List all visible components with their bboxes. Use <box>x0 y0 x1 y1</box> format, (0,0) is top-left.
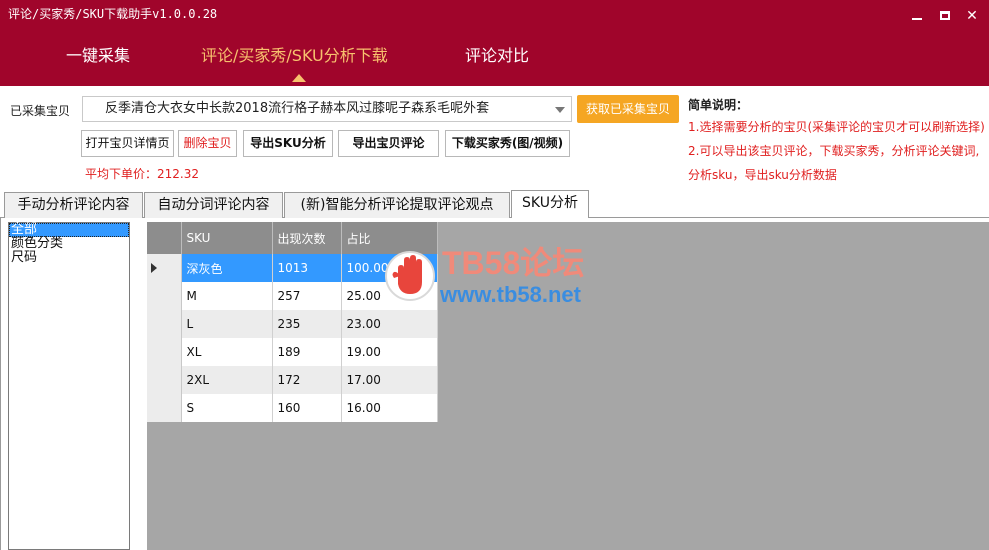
watermark-url: www.tb58.net <box>440 282 581 307</box>
minimize-button[interactable] <box>907 6 927 26</box>
cell-count[interactable]: 172 <box>272 366 342 394</box>
table-row[interactable]: 2XL 172 17.00 <box>147 366 438 394</box>
export-sku-analysis-button[interactable]: 导出SKU分析 <box>243 130 333 157</box>
help-title: 简单说明： <box>688 98 749 112</box>
window-title: 评论/买家秀/SKU下载助手v1.0.0.28 <box>8 7 218 21</box>
row-header-corner <box>147 222 182 254</box>
cell-ratio[interactable]: 23.00 <box>341 310 438 338</box>
row-header[interactable] <box>147 366 182 394</box>
column-header-count[interactable]: 出现次数 <box>272 222 342 254</box>
list-item-size[interactable]: 尺码 <box>9 251 129 265</box>
current-row-icon <box>151 263 157 273</box>
row-header[interactable] <box>147 254 182 282</box>
help-line-2: 2.可以导出该宝贝评论，下载买家秀，分析评论关键词, <box>688 144 980 158</box>
delete-item-button[interactable]: 删除宝贝 <box>178 130 237 157</box>
cell-count[interactable]: 189 <box>272 338 342 366</box>
list-item-color[interactable]: 颜色分类 <box>9 237 129 251</box>
close-button[interactable]: ✕ <box>962 6 982 26</box>
cell-sku[interactable]: 2XL <box>181 366 273 394</box>
cell-ratio[interactable]: 16.00 <box>341 394 438 422</box>
forum-watermark: TB58论坛 www.tb58.net <box>380 238 630 314</box>
table-row[interactable]: L 235 23.00 <box>147 310 438 338</box>
help-line-3: 分析sku，导出sku分析数据 <box>688 168 837 182</box>
row-header[interactable] <box>147 338 182 366</box>
cell-sku[interactable]: XL <box>181 338 273 366</box>
nav-tab-compare[interactable]: 评论对比 <box>465 42 529 66</box>
cell-ratio[interactable]: 19.00 <box>341 338 438 366</box>
watermark-name: TB58论坛 <box>442 245 585 281</box>
table-row[interactable]: XL 189 19.00 <box>147 338 438 366</box>
cell-ratio[interactable]: 17.00 <box>341 366 438 394</box>
product-select-value: 反季清仓大衣女中长款2018流行格子赫本风过膝呢子森系毛呢外套 <box>105 101 490 116</box>
nav-tab-analysis-download[interactable]: 评论/买家秀/SKU分析下载 <box>201 42 388 66</box>
close-icon: ✕ <box>966 8 978 24</box>
cell-sku[interactable]: 深灰色 <box>181 254 273 282</box>
analysis-tabs: 手动分析评论内容 自动分词评论内容 (新)智能分析评论提取评论观点 SKU分析 <box>0 190 989 219</box>
average-price: 平均下单价：212.32 <box>85 167 199 181</box>
maximize-button[interactable] <box>935 6 955 26</box>
tab-smart-analysis[interactable]: (新)智能分析评论提取评论观点 <box>284 192 510 218</box>
cell-sku[interactable]: L <box>181 310 273 338</box>
collected-items-label: 已采集宝贝 <box>10 104 71 118</box>
tab-auto-segmentation[interactable]: 自动分词评论内容 <box>144 192 283 218</box>
row-header[interactable] <box>147 282 182 310</box>
category-list[interactable]: 全部 颜色分类 尺码 <box>8 222 130 550</box>
cell-count[interactable]: 257 <box>272 282 342 310</box>
nav-tab-collect[interactable]: 一键采集 <box>66 42 130 66</box>
export-reviews-button[interactable]: 导出宝贝评论 <box>338 130 439 157</box>
cell-count[interactable]: 1013 <box>272 254 342 282</box>
chevron-down-icon[interactable] <box>555 107 565 113</box>
help-line-1: 1.选择需要分析的宝贝(采集评论的宝贝才可以刷新选择) <box>688 120 985 134</box>
list-item-all[interactable]: 全部 <box>9 223 129 237</box>
row-header[interactable] <box>147 310 182 338</box>
open-detail-page-button[interactable]: 打开宝贝详情页 <box>81 130 174 157</box>
tab-sku-analysis[interactable]: SKU分析 <box>511 190 589 219</box>
product-select[interactable]: 反季清仓大衣女中长款2018流行格子赫本风过膝呢子森系毛呢外套 <box>82 96 572 122</box>
table-row[interactable]: S 160 16.00 <box>147 394 438 422</box>
download-buyer-show-button[interactable]: 下载买家秀(图/视频) <box>445 130 570 157</box>
row-header[interactable] <box>147 394 182 422</box>
app-header: 评论/买家秀/SKU下载助手v1.0.0.28 ✕ 一键采集 评论/买家秀/SK… <box>0 0 989 86</box>
maximize-icon <box>940 11 950 20</box>
cell-sku[interactable]: S <box>181 394 273 422</box>
active-tab-indicator-icon <box>292 74 306 82</box>
fetch-collected-button[interactable]: 获取已采集宝贝 <box>577 95 679 123</box>
cell-sku[interactable]: M <box>181 282 273 310</box>
cell-count[interactable]: 160 <box>272 394 342 422</box>
column-header-sku[interactable]: SKU <box>181 222 273 254</box>
tab-manual-analysis[interactable]: 手动分析评论内容 <box>4 192 143 218</box>
hand-logo-icon <box>385 251 435 301</box>
cell-count[interactable]: 235 <box>272 310 342 338</box>
minimize-icon <box>912 18 922 20</box>
